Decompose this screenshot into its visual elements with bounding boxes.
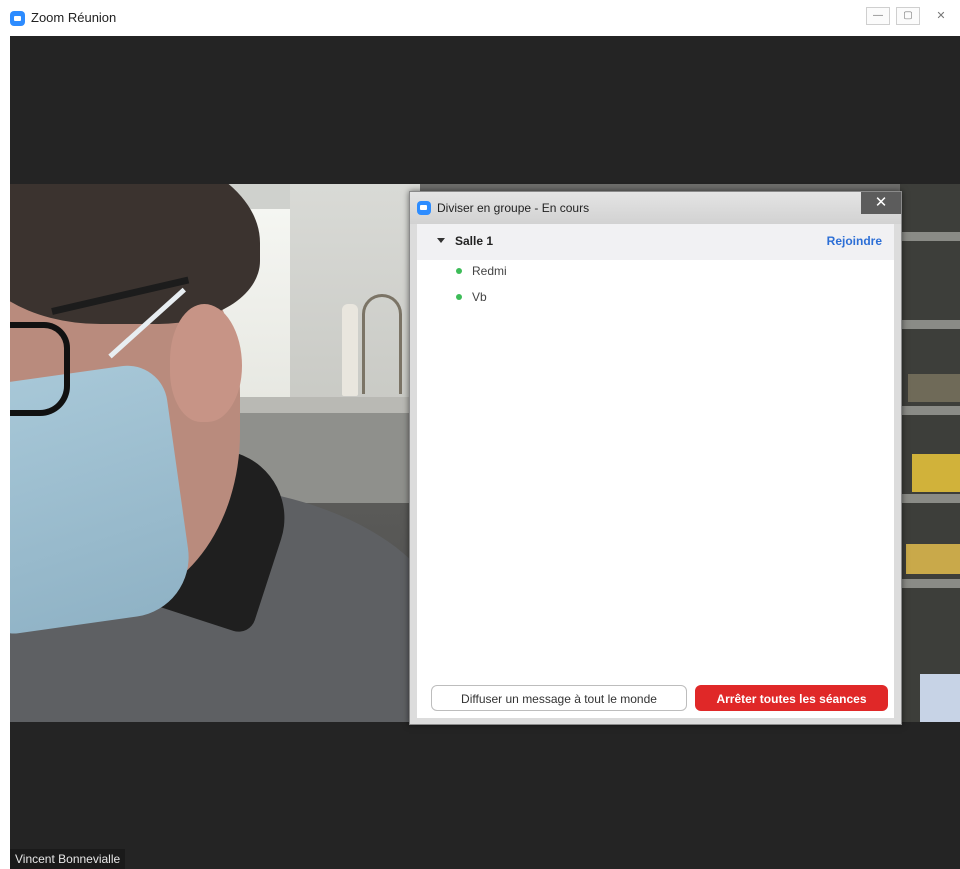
background-book [908,374,960,402]
glasses-frame [10,322,70,416]
join-room-button[interactable]: Rejoindre [827,234,882,248]
dialog-title: Diviser en groupe - En cours [437,201,590,215]
list-item: Redmi [453,261,653,281]
background-shelves [900,184,960,722]
room-name: Salle 1 [455,234,494,248]
background-box [920,674,960,722]
close-icon[interactable]: ✕ [861,192,901,214]
background-sill [220,397,420,413]
list-item: Vb [453,287,653,307]
online-status-icon [456,294,462,300]
shelf [900,232,960,241]
background-box [906,544,960,574]
breakout-rooms-dialog: Diviser en groupe - En cours ✕ Salle 1 R… [409,191,902,725]
participant-name: Vb [472,290,487,304]
minimize-button[interactable]: — [866,7,890,25]
person-ear [170,304,242,422]
broadcast-message-button[interactable]: Diffuser un message à tout le monde [431,685,687,711]
shelf [900,494,960,503]
shelf [900,406,960,415]
maximize-button[interactable]: ▢ [896,7,920,25]
window-titlebar: Zoom Réunion — ▢ ✕ [0,0,960,36]
zoom-icon [10,11,25,26]
close-window-button[interactable]: ✕ [929,7,953,25]
shelf [900,320,960,329]
background-box [912,454,960,492]
background-lamp [362,294,402,394]
participant-name: Redmi [472,264,507,278]
stop-all-rooms-button[interactable]: Arrêter toutes les séances [695,685,888,711]
window-title: Zoom Réunion [31,10,117,25]
online-status-icon [456,268,462,274]
chevron-down-icon[interactable] [437,238,445,243]
room-row[interactable]: Salle 1 Rejoindre [417,224,894,260]
shelf [900,579,960,588]
person-hair [10,184,260,324]
background-figurine [342,304,358,396]
dialog-body: Salle 1 Rejoindre Redmi Vb Diffuser un m… [417,224,894,718]
zoom-icon [417,201,431,215]
participant-name-label: Vincent Bonnevialle [10,849,126,869]
dialog-titlebar: Diviser en groupe - En cours ✕ [410,192,901,224]
